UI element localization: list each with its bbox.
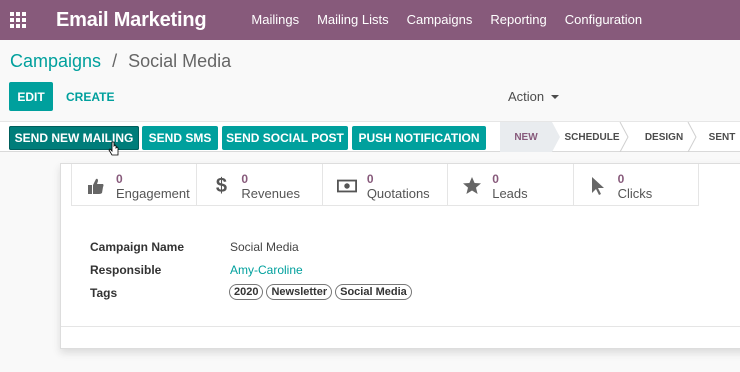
- main-menu: Mailings Mailing Lists Campaigns Reporti…: [242, 0, 651, 40]
- stat-quotations[interactable]: 0 Quotations: [323, 164, 449, 206]
- stat-buttons-box: 0 Engagement $ 0 Revenues 0 Quotations 0…: [71, 164, 700, 206]
- breadcrumb-separator: /: [112, 51, 118, 71]
- tags-label: Tags: [90, 286, 118, 300]
- send-social-post-button[interactable]: SEND SOCIAL POST: [222, 126, 348, 150]
- breadcrumb-campaigns-link[interactable]: Campaigns: [10, 51, 101, 71]
- stat-engagement-label: Engagement: [116, 186, 190, 201]
- dollar-icon: $: [215, 174, 227, 197]
- app-title[interactable]: Email Marketing: [56, 9, 207, 32]
- edit-button[interactable]: EDIT: [9, 82, 53, 111]
- top-navbar: Email Marketing Mailings Mailing Lists C…: [0, 0, 740, 40]
- stat-leads-label: Leads: [492, 186, 528, 201]
- stage-new[interactable]: NEW: [505, 122, 547, 152]
- stat-revenues-value: 0: [241, 172, 249, 186]
- stat-clicks-label: Clicks: [617, 186, 653, 201]
- menu-item-mailing-lists[interactable]: Mailing Lists: [308, 0, 398, 40]
- menu-item-configuration[interactable]: Configuration: [556, 0, 651, 40]
- push-notification-button[interactable]: PUSH NOTIFICATION: [352, 126, 486, 150]
- tag-badge[interactable]: Social Media: [335, 284, 412, 300]
- stat-quotations-value: 0: [366, 172, 374, 186]
- menu-item-mailings[interactable]: Mailings: [242, 0, 308, 40]
- create-button[interactable]: CREATE: [66, 82, 114, 111]
- mouse-pointer-icon: [108, 141, 119, 156]
- stat-clicks[interactable]: 0 Clicks: [574, 164, 700, 206]
- tag-badge[interactable]: 2020: [229, 284, 264, 300]
- responsible-link[interactable]: Amy-Caroline: [230, 263, 303, 277]
- stat-revenues-label: Revenues: [241, 186, 300, 201]
- stage-sent[interactable]: SENT: [702, 122, 740, 152]
- stat-engagement-value: 0: [116, 172, 123, 186]
- breadcrumb: Campaigns / Social Media: [10, 51, 231, 72]
- form-sheet: 0 Engagement $ 0 Revenues 0 Quotations 0…: [60, 163, 740, 349]
- campaign-name-label: Campaign Name: [90, 240, 185, 254]
- stat-revenues[interactable]: $ 0 Revenues: [197, 164, 323, 206]
- stat-clicks-value: 0: [617, 172, 625, 186]
- apps-grid-icon[interactable]: [1, 0, 35, 40]
- stat-leads-value: 0: [492, 172, 499, 186]
- stage-design[interactable]: DESIGN: [636, 122, 692, 152]
- responsible-label: Responsible: [90, 263, 162, 277]
- menu-item-reporting[interactable]: Reporting: [481, 0, 555, 40]
- campaign-name-value: Social Media: [230, 240, 299, 254]
- send-sms-button[interactable]: SEND SMS: [142, 126, 218, 150]
- tags-list: 2020 Newsletter Social Media: [229, 284, 415, 300]
- stat-engagement[interactable]: 0 Engagement: [72, 164, 198, 206]
- thumbs-up-icon: [86, 176, 106, 196]
- cursor-icon: [588, 176, 608, 196]
- sheet-divider: [61, 326, 740, 327]
- stat-leads[interactable]: 0 Leads: [448, 164, 574, 206]
- breadcrumb-current: Social Media: [128, 51, 232, 71]
- money-bill-icon: [336, 176, 357, 196]
- star-icon: [462, 176, 482, 196]
- stat-quotations-label: Quotations: [366, 186, 430, 201]
- stage-schedule[interactable]: SCHEDULE: [560, 122, 624, 152]
- menu-item-campaigns[interactable]: Campaigns: [398, 0, 482, 40]
- action-dropdown-label: Action: [508, 89, 545, 104]
- caret-down-icon: [551, 94, 560, 99]
- tag-badge[interactable]: Newsletter: [266, 284, 333, 300]
- action-dropdown[interactable]: Action: [508, 82, 560, 111]
